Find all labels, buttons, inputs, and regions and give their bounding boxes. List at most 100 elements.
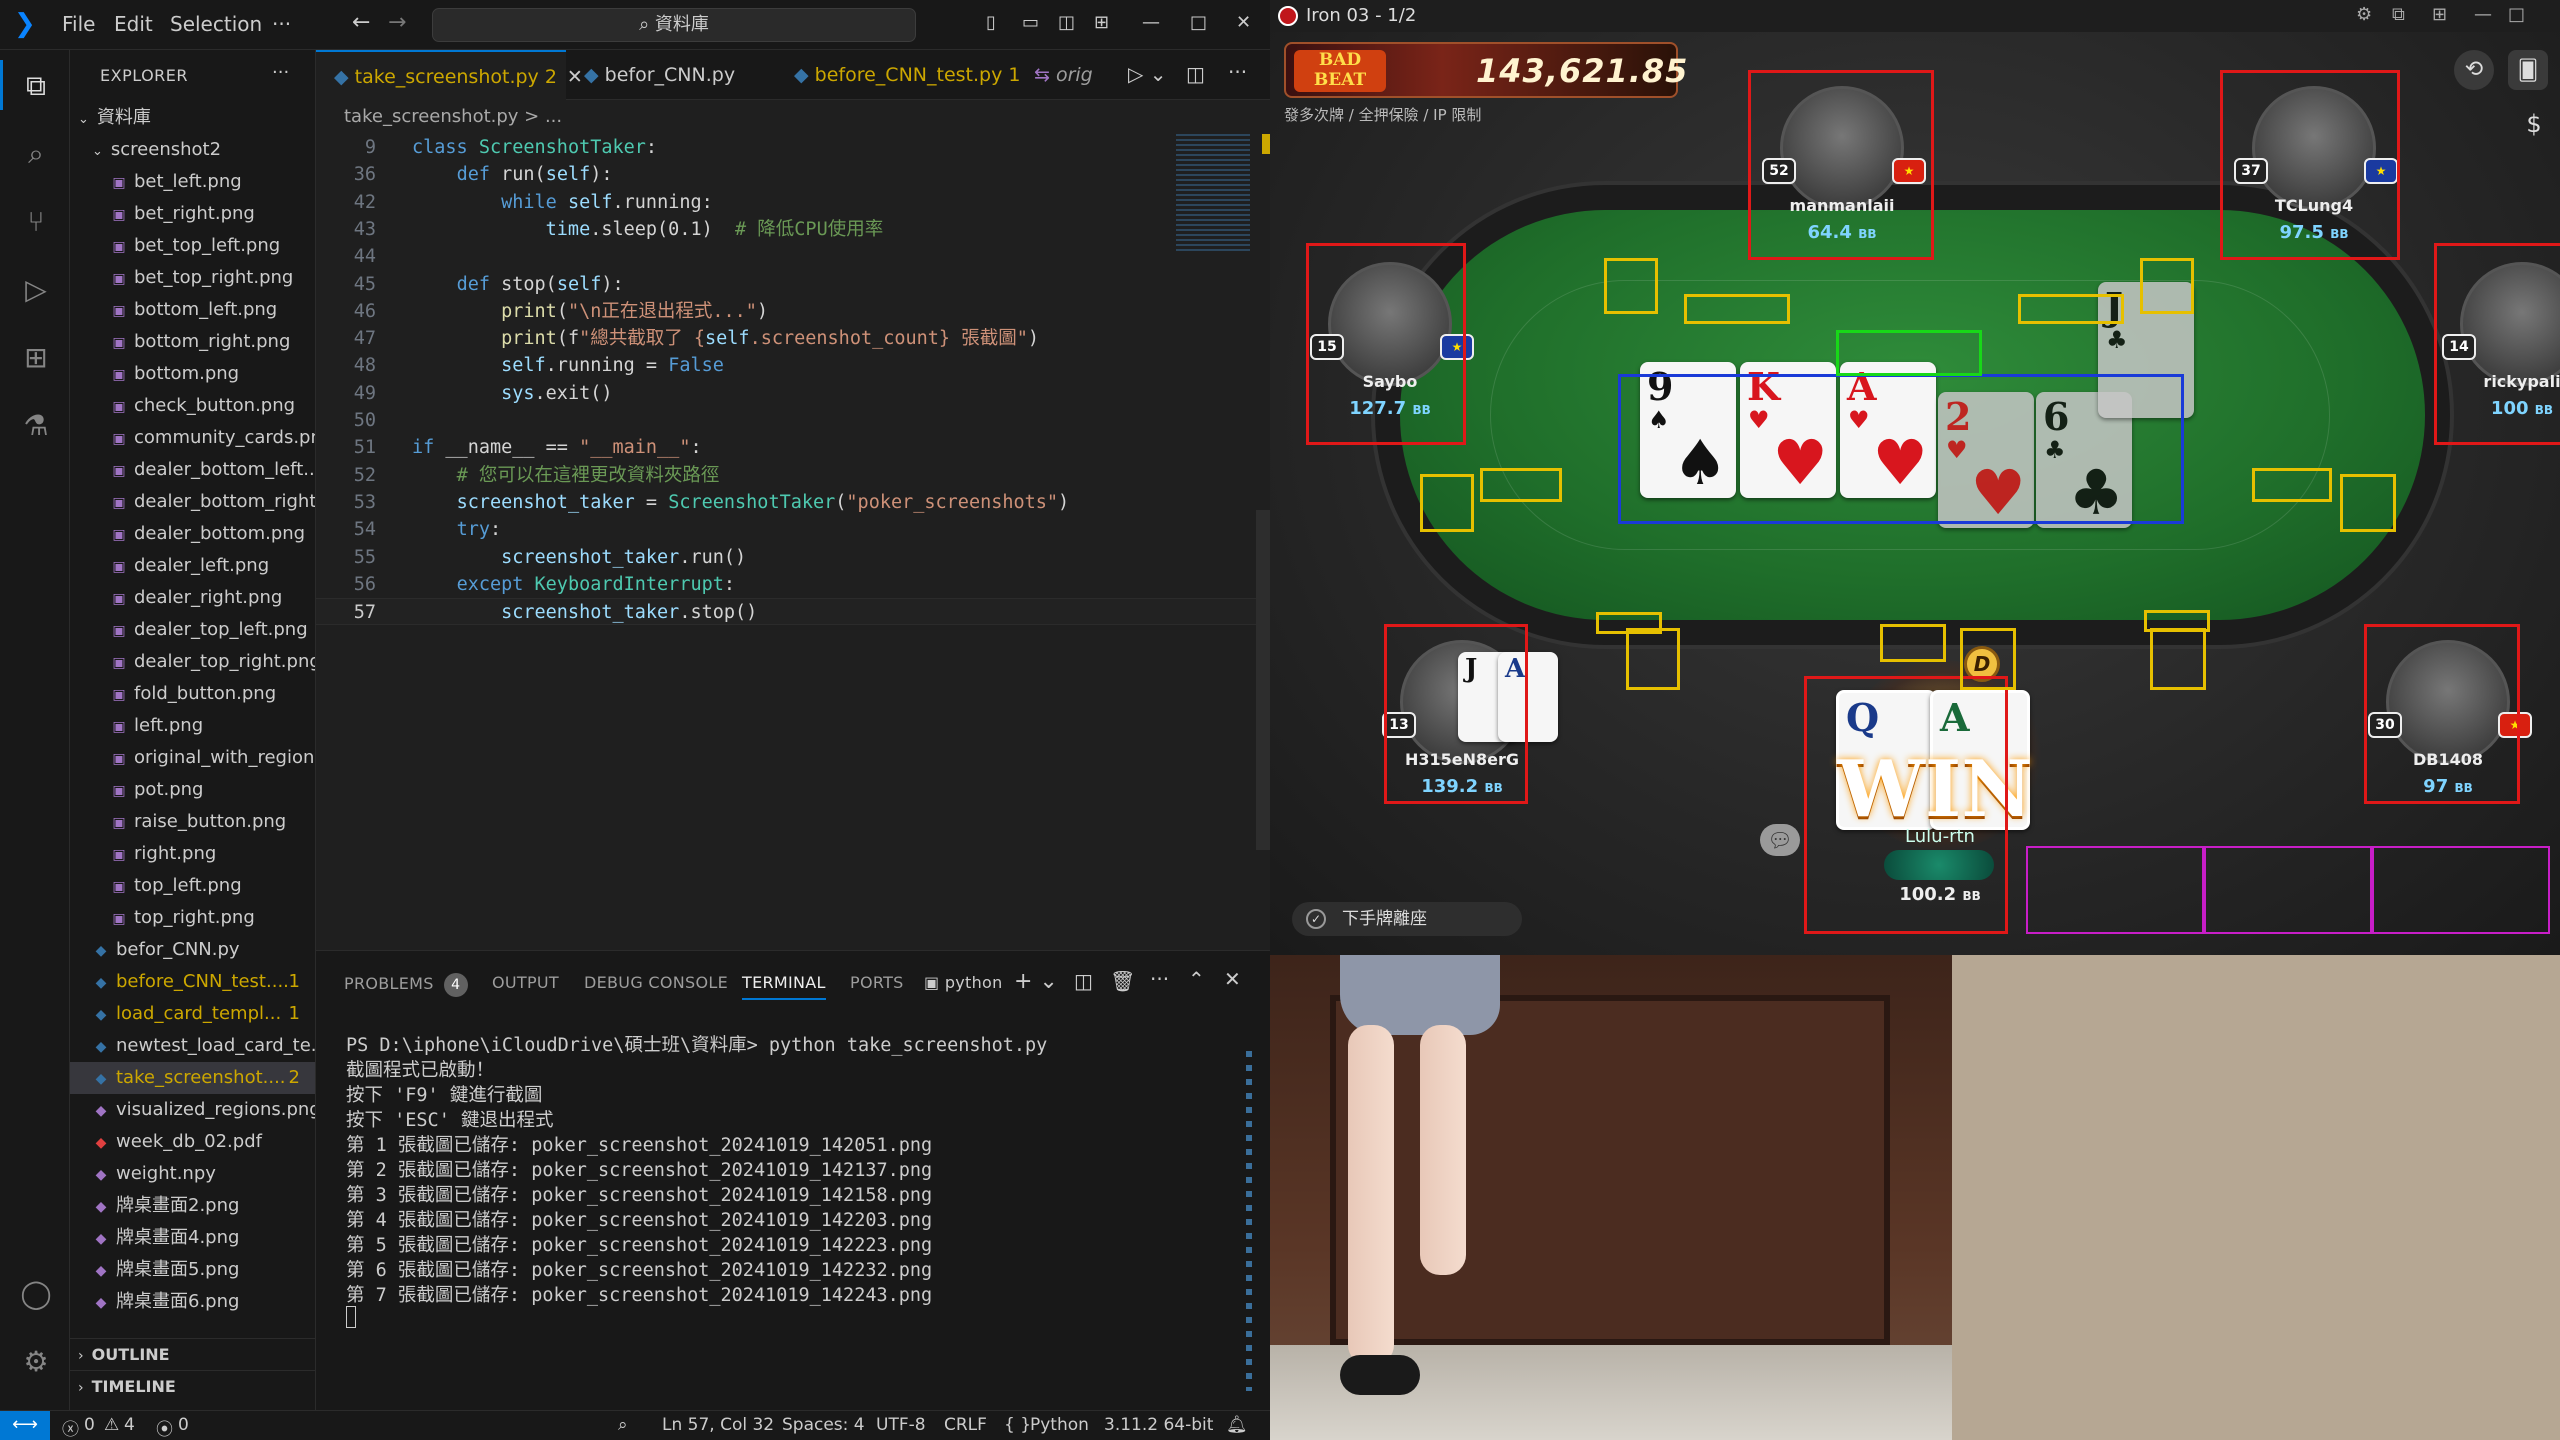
ports-icon[interactable]: ⦿ xyxy=(156,1415,173,1440)
file-item[interactable]: ▣ dealer_right.png xyxy=(70,582,315,614)
file-item[interactable]: ◆ take_screenshot.... 2 xyxy=(70,1062,315,1094)
minimize-icon[interactable]: — xyxy=(2474,4,2492,25)
file-item[interactable]: ▣ right.png xyxy=(70,838,315,870)
menu-edit[interactable]: Edit xyxy=(114,12,153,36)
run-python-icon[interactable]: ▷ ⌄ xyxy=(1128,62,1167,86)
warnings-icon[interactable]: ⚠ xyxy=(104,1415,119,1435)
chat-icon[interactable]: 💬︎ xyxy=(1760,824,1800,856)
run-debug-icon[interactable]: ▷ xyxy=(18,272,54,308)
code-line[interactable]: 47 print(f"總共截取了 {self.screenshot_count}… xyxy=(316,325,1270,352)
cursor-position[interactable]: Ln 57, Col 32 xyxy=(662,1415,774,1435)
outline-section[interactable]: › OUTLINE xyxy=(70,1338,315,1370)
code-line[interactable]: 57 screenshot_taker.stop() xyxy=(316,598,1270,626)
tab-terminal[interactable]: TERMINAL xyxy=(742,973,826,1000)
code-line[interactable]: 48 self.running = False xyxy=(316,352,1270,379)
jackpot-banner[interactable]: BAD BEAT 143,621.85 xyxy=(1284,42,1687,98)
code-line[interactable]: 45 def stop(self): xyxy=(316,271,1270,298)
code-line[interactable]: 49 sys.exit() xyxy=(316,380,1270,407)
language-mode-icon[interactable]: { } xyxy=(1004,1415,1031,1435)
close-panel-icon[interactable]: ✕ xyxy=(1224,967,1241,991)
split-editor-icon[interactable]: ◫ xyxy=(1186,62,1205,86)
toggle-panel-icon[interactable]: ▭ xyxy=(1022,12,1039,33)
back-arrow-icon[interactable]: ← xyxy=(352,10,370,35)
buy-in-icon[interactable]: $ xyxy=(2514,104,2554,144)
code-line[interactable]: 51 if __name__ == "__main__": xyxy=(316,434,1270,461)
command-search-input[interactable]: ⌕ 資料庫 xyxy=(432,8,916,42)
file-item[interactable]: ◆ 牌桌畫面5.png xyxy=(70,1254,315,1286)
python-interpreter[interactable]: 3.11.2 64-bit xyxy=(1104,1415,1213,1435)
file-item[interactable]: ▣ top_right.png xyxy=(70,902,315,934)
file-item[interactable]: ▣ bottom.png xyxy=(70,358,315,390)
tab-debug-console[interactable]: DEBUG CONSOLE xyxy=(584,973,728,992)
search-icon[interactable]: ⌕ xyxy=(18,136,54,172)
breadcrumb[interactable]: take_screenshot.py > ... xyxy=(316,100,562,134)
split-terminal-icon[interactable]: ◫ xyxy=(1074,969,1093,993)
file-item[interactable]: ◆ load_card_templ... 1 xyxy=(70,998,315,1030)
settings-gear-icon[interactable]: ⚙ xyxy=(2356,4,2372,25)
customize-layout-icon[interactable]: ⊞ xyxy=(1094,12,1109,33)
encoding[interactable]: UTF-8 xyxy=(876,1415,926,1435)
menu-file[interactable]: File xyxy=(62,12,95,36)
file-item[interactable]: ▣ left.png xyxy=(70,710,315,742)
maximize-icon[interactable]: □ xyxy=(1190,12,1207,33)
errors-icon[interactable]: ⓧ xyxy=(62,1415,79,1440)
tab-before-cnn-test[interactable]: ◆ before_CNN_test.py 1 xyxy=(776,50,1020,100)
source-control-icon[interactable]: ⑂ xyxy=(18,204,54,240)
file-item[interactable]: ▣ dealer_top_right.png xyxy=(70,646,315,678)
code-line[interactable]: 54 try: xyxy=(316,516,1270,543)
code-line[interactable]: 46 print("\n正在退出程式...") xyxy=(316,298,1270,325)
file-item[interactable]: ▣ community_cards.png xyxy=(70,422,315,454)
code-line[interactable]: 36 def run(self): xyxy=(316,161,1270,188)
file-item[interactable]: ▣ dealer_top_left.png xyxy=(70,614,315,646)
tab-orig[interactable]: ⇆ orig xyxy=(1016,50,1096,100)
zoom-icon[interactable]: ⌕ xyxy=(618,1415,628,1435)
editor-more-icon[interactable]: ··· xyxy=(1228,60,1247,84)
table-menu-icon[interactable]: ⟲ xyxy=(2454,50,2494,90)
file-item[interactable]: ◆ newtest_load_card_te... xyxy=(70,1030,315,1062)
file-item[interactable]: ◆ week_db_02.pdf xyxy=(70,1126,315,1158)
root-folder[interactable]: ⌄ 資料庫 xyxy=(70,102,315,134)
code-line[interactable]: 55 screenshot_taker.run() xyxy=(316,544,1270,571)
code-line[interactable]: 53 screenshot_taker = ScreenshotTaker("p… xyxy=(316,489,1270,516)
file-item[interactable]: ▣ dealer_bottom_left.... xyxy=(70,454,315,486)
panel-more-icon[interactable]: ··· xyxy=(1150,967,1169,991)
editor-scrollbar[interactable] xyxy=(1256,510,1270,850)
subfolder-screenshot2[interactable]: ⌄ screenshot2 xyxy=(70,134,315,166)
errors-count[interactable]: 0 xyxy=(84,1415,95,1435)
tab-take-screenshot[interactable]: ◆ take_screenshot.py 2 ✕ xyxy=(316,50,583,100)
file-item[interactable]: ◆ 牌桌畫面6.png xyxy=(70,1286,315,1318)
toggle-sidebar-icon[interactable]: ▯ xyxy=(986,12,996,33)
file-item[interactable]: ▣ dealer_bottom_right... xyxy=(70,486,315,518)
code-line[interactable]: 50 xyxy=(316,407,1270,434)
menu-selection[interactable]: Selection xyxy=(170,12,262,36)
file-item[interactable]: ▣ raise_button.png xyxy=(70,806,315,838)
file-item[interactable]: ▣ bottom_left.png xyxy=(70,294,315,326)
file-item[interactable]: ▣ bet_right.png xyxy=(70,198,315,230)
tab-ports[interactable]: PORTS xyxy=(850,973,904,992)
tab-output[interactable]: OUTPUT xyxy=(492,973,559,992)
minimap[interactable] xyxy=(1176,134,1250,254)
file-item[interactable]: ◆ 牌桌畫面4.png xyxy=(70,1222,315,1254)
file-item[interactable]: ◆ weight.npy xyxy=(70,1158,315,1190)
table-layout-icon[interactable]: ⧉ xyxy=(2392,4,2405,25)
code-line[interactable]: 44 xyxy=(316,243,1270,270)
file-item[interactable]: ◆ befor_CNN.py xyxy=(70,934,315,966)
timeline-section[interactable]: › TIMELINE xyxy=(70,1370,315,1402)
code-line[interactable]: 9 class ScreenshotTaker: xyxy=(316,134,1270,161)
extensions-icon[interactable]: ⊞ xyxy=(18,340,54,376)
explorer-more-button[interactable]: ··· xyxy=(272,62,289,83)
warnings-count[interactable]: 4 xyxy=(124,1415,135,1435)
new-terminal-icon[interactable]: + ⌄ xyxy=(1014,969,1058,994)
ports-count[interactable]: 0 xyxy=(178,1415,189,1435)
minimize-icon[interactable]: — xyxy=(1142,12,1160,33)
file-item[interactable]: ▣ top_left.png xyxy=(70,870,315,902)
file-item[interactable]: ▣ pot.png xyxy=(70,774,315,806)
close-icon[interactable]: ✕ xyxy=(1236,12,1251,33)
terminal-profile[interactable]: ▣ python xyxy=(924,973,1003,992)
file-item[interactable]: ▣ fold_button.png xyxy=(70,678,315,710)
sit-out-next-hand-toggle[interactable]: ✓ 下手牌離座 xyxy=(1292,902,1522,936)
file-item[interactable]: ▣ bet_left.png xyxy=(70,166,315,198)
code-line[interactable]: 42 while self.running: xyxy=(316,189,1270,216)
file-item[interactable]: ▣ bet_top_right.png xyxy=(70,262,315,294)
file-item[interactable]: ▣ check_button.png xyxy=(70,390,315,422)
